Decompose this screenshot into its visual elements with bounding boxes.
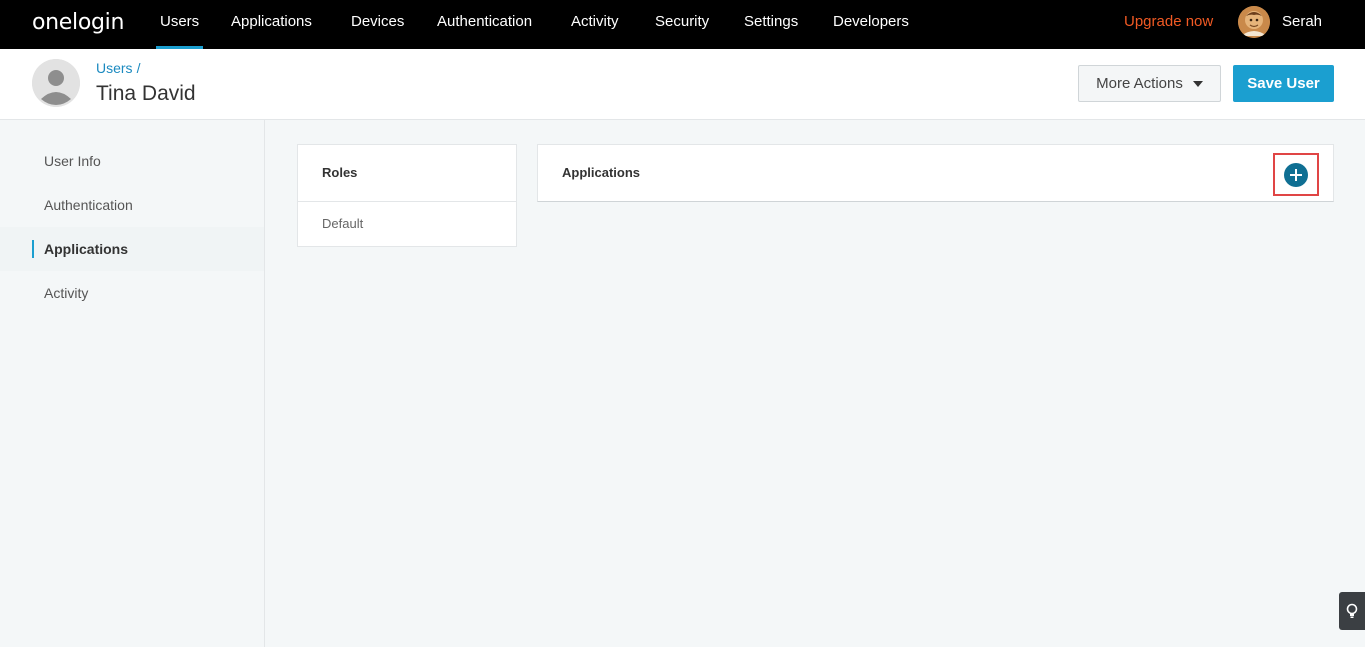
breadcrumb-users-link[interactable]: Users xyxy=(96,60,133,76)
breadcrumb: Users / xyxy=(96,60,140,76)
nav-devices[interactable]: Devices xyxy=(351,0,404,49)
nav-applications[interactable]: Applications xyxy=(231,0,312,49)
save-user-button[interactable]: Save User xyxy=(1233,65,1334,102)
plus-icon xyxy=(1290,168,1302,181)
sidebar-item-activity[interactable]: Activity xyxy=(0,271,264,315)
nav-authentication[interactable]: Authentication xyxy=(437,0,532,49)
sidebar-item-applications[interactable]: Applications xyxy=(0,227,264,271)
nav-activity[interactable]: Activity xyxy=(571,0,619,49)
nav-security[interactable]: Security xyxy=(655,0,709,49)
more-actions-label: More Actions xyxy=(1096,75,1183,92)
lightbulb-icon xyxy=(1346,603,1358,618)
nav-developers[interactable]: Developers xyxy=(833,0,909,49)
user-menu-name[interactable]: Serah xyxy=(1282,0,1322,44)
more-actions-button[interactable]: More Actions xyxy=(1078,65,1221,102)
user-avatar-icon[interactable] xyxy=(1238,6,1270,38)
nav-settings[interactable]: Settings xyxy=(744,0,798,49)
sidebar: User Info Authentication Applications Ac… xyxy=(0,120,265,647)
sidebar-item-authentication[interactable]: Authentication xyxy=(0,183,264,227)
add-application-highlight[interactable] xyxy=(1273,153,1319,196)
roles-panel: Roles Default xyxy=(297,144,517,247)
profile-placeholder-icon xyxy=(32,59,80,107)
role-item-default: Default xyxy=(322,216,364,231)
page-title: Tina David xyxy=(96,82,196,105)
onelogin-logo[interactable]: onelogin xyxy=(32,10,124,35)
add-application-button[interactable] xyxy=(1284,162,1308,187)
upgrade-now-link[interactable]: Upgrade now xyxy=(1124,0,1213,44)
top-navbar: onelogin Users Applications Devices Auth… xyxy=(0,0,1365,49)
nav-users[interactable]: Users xyxy=(155,0,204,49)
sidebar-item-user-info[interactable]: User Info xyxy=(0,139,264,183)
help-lightbulb-button[interactable] xyxy=(1339,592,1365,630)
applications-heading: Applications xyxy=(562,165,641,180)
page-header: Users / Tina David More Actions Save User xyxy=(0,49,1365,120)
breadcrumb-separator: / xyxy=(136,60,141,76)
roles-heading: Roles xyxy=(298,145,516,202)
applications-panel: Applications xyxy=(537,144,1334,202)
caret-down-icon xyxy=(1192,80,1203,87)
